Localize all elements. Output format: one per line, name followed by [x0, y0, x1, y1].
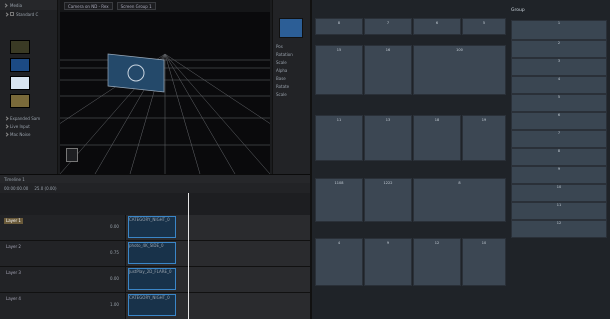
grid-cell[interactable]: 19: [462, 115, 506, 161]
media-thumb-1[interactable]: [10, 40, 30, 54]
media-item[interactable]: Mac Noise: [0, 130, 58, 138]
media-panel: Media Standard C Expanded Sam Live Input…: [0, 0, 58, 174]
group-cell[interactable]: 12: [511, 220, 607, 238]
playhead[interactable]: [188, 193, 189, 319]
timecode: 00:00:00.00: [4, 185, 29, 191]
timeline-clip[interactable]: CATEGORY_NIGHT_0: [128, 294, 176, 316]
grid-cell[interactable]: 18: [413, 115, 461, 161]
grid-cell[interactable]: 7: [364, 18, 412, 35]
layer-row: Layer 2 0.75 photo_4K_SIDE_0: [0, 241, 310, 267]
grid-cell[interactable]: 1222: [364, 178, 412, 222]
grid-cell[interactable]: 8: [315, 18, 363, 35]
viewport-floor-grid: [60, 53, 270, 174]
group-cell[interactable]: 6: [511, 112, 607, 130]
group-title: Group: [511, 8, 525, 13]
layer-row: Layer 3 0.00 JustPlay_2D_FLARE_0: [0, 267, 310, 293]
group-cell[interactable]: 2: [511, 40, 607, 58]
grid-cell[interactable]: 12: [413, 238, 461, 286]
group-cell[interactable]: 11: [511, 202, 607, 220]
grid-cell[interactable]: 1108: [315, 178, 363, 222]
timeline-toolbar: 00:00:00.00 25.0 (0.00): [0, 183, 310, 193]
grid-cell[interactable]: 4: [315, 238, 363, 286]
grid-cell[interactable]: 13: [364, 115, 412, 161]
grid-cell[interactable]: 8: [413, 178, 506, 222]
timeline-panel: Timeline 1 00:00:00.00 25.0 (0.00) Layer…: [0, 174, 310, 319]
property-list: Pos Rotation Scale Alpha Base Rotate Sca…: [276, 43, 293, 97]
grid-controller-app: Group 8 7 6 5 15 16 100 11 13 18 19 1108…: [312, 0, 610, 319]
grid-cell[interactable]: 10: [462, 238, 506, 286]
group-cell[interactable]: 3: [511, 58, 607, 76]
media-thumb-4[interactable]: [10, 94, 30, 108]
media-thumb-2[interactable]: [10, 58, 30, 72]
group-cell[interactable]: 8: [511, 148, 607, 166]
timeline-header: Timeline 1: [0, 175, 310, 183]
media-item[interactable]: Expanded Sam: [0, 114, 58, 122]
media-header-label: Media: [10, 2, 23, 8]
media-server-app: Media Standard C Expanded Sam Live Input…: [0, 0, 310, 319]
media-header: Media: [0, 0, 57, 10]
timeline-clip[interactable]: JustPlay_2D_FLARE_0: [128, 268, 176, 290]
timeline-clip[interactable]: photo_4K_SIDE_0: [128, 242, 176, 264]
group-cell[interactable]: 1: [511, 20, 607, 40]
layer-row: Layer 4 1.00 CATEGORY_NIGHT_0: [0, 293, 310, 319]
group-cell[interactable]: 10: [511, 184, 607, 202]
media-thumb-3[interactable]: [10, 76, 30, 90]
screen-surface[interactable]: [107, 53, 165, 93]
media-item[interactable]: Live Input: [0, 122, 58, 130]
grid-cell[interactable]: 100: [413, 45, 506, 95]
grid-cell[interactable]: 16: [364, 45, 412, 95]
media-list: Expanded Sam Live Input Mac Noise: [0, 114, 58, 138]
viewport-3d[interactable]: Camera on ND - Rex Screen Group 1: [60, 0, 270, 174]
grid-cell[interactable]: 5: [462, 18, 506, 35]
grid-cell[interactable]: 15: [315, 45, 363, 95]
properties-panel: Pos Rotation Scale Alpha Base Rotate Sca…: [272, 0, 310, 174]
chevron-down-icon[interactable]: [3, 2, 8, 8]
timeline-clip[interactable]: CATEGORY_NIGHT_0: [128, 216, 176, 238]
media-folder[interactable]: Standard C: [0, 10, 57, 18]
group-cell[interactable]: 4: [511, 76, 607, 94]
grid-cell[interactable]: 6: [413, 18, 461, 35]
group-cell[interactable]: 5: [511, 94, 607, 112]
grid-cell[interactable]: 9: [364, 238, 412, 286]
layer-row: Layer 1 0.00 CATEGORY_NIGHT_0: [0, 215, 310, 241]
frame-rate: 25.0 (0.00): [34, 185, 57, 191]
group-cell[interactable]: 9: [511, 166, 607, 184]
property-preview: [279, 18, 303, 38]
grid-cell[interactable]: 11: [315, 115, 363, 161]
folder-icon: [10, 12, 14, 16]
group-cell[interactable]: 7: [511, 130, 607, 148]
chevron-down-icon[interactable]: [4, 11, 9, 17]
camera-gizmo-icon[interactable]: [66, 148, 78, 162]
